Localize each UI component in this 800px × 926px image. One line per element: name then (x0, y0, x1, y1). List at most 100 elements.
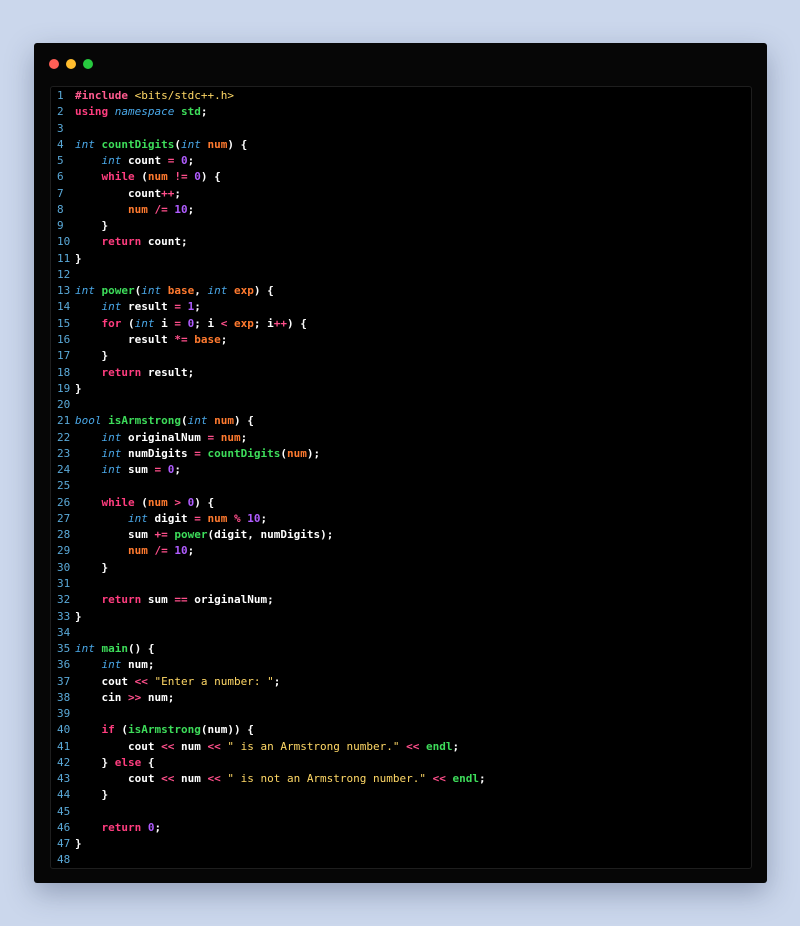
code-line: 12 (51, 267, 486, 283)
code-text: for (int i = 0; i < exp; i++) { (101, 316, 307, 330)
line-number: 3 (57, 121, 64, 135)
code-text: cin >> num; (75, 690, 175, 704)
line-number: 14 (57, 300, 71, 314)
code-line: 3 (51, 121, 486, 137)
code-line: 47} (51, 836, 486, 852)
code-text: count++; (75, 186, 181, 200)
code-line: 29 num /= 10; (51, 543, 486, 559)
line-number: 35 (57, 642, 71, 656)
code-text: sum += power(digit, numDigits); (75, 528, 334, 542)
line-number: 8 (57, 202, 64, 216)
code-text: int originalNum = num; (101, 430, 248, 444)
line-number: 31 (57, 576, 71, 590)
code-line: 8 num /= 10; (51, 202, 486, 218)
line-number: 46 (57, 820, 71, 834)
code-line: 4 int countDigits(int num) { (51, 137, 486, 153)
code-text: if (isArmstrong(num)) { (101, 723, 254, 737)
line-number: 40 (57, 723, 71, 737)
code-text: while (num > 0) { (101, 495, 215, 509)
maximize-dot-icon[interactable] (83, 59, 93, 69)
code-line: 9 } (51, 218, 486, 234)
code-text: bool isArmstrong(int num) { (75, 414, 254, 428)
line-number: 33 (57, 609, 71, 623)
code-line: 20 (51, 397, 486, 413)
line-number: 18 (57, 365, 71, 379)
code-text: int digit = num % 10; (127, 511, 268, 525)
code-line: 2 using namespace std; (51, 104, 486, 120)
code-text: int main() { (75, 642, 155, 656)
line-number: 13 (57, 284, 71, 298)
line-number: 10 (57, 235, 71, 249)
code-text: return 0; (101, 820, 162, 834)
line-number: 34 (57, 625, 71, 639)
line-number: 17 (57, 349, 71, 363)
code-line: 40 if (isArmstrong(num)) { (51, 722, 486, 738)
line-number: 36 (57, 658, 71, 672)
code-line: 41 cout << num << " is an Armstrong numb… (51, 739, 486, 755)
code-line: 39 (51, 706, 486, 722)
line-number: 43 (57, 772, 71, 786)
code-line: 31 (51, 576, 486, 592)
code-text: result *= base; (75, 332, 228, 346)
code-text: } (75, 788, 109, 802)
close-dot-icon[interactable] (49, 59, 59, 69)
line-number: 27 (57, 511, 71, 525)
code-text: } else { (75, 755, 155, 769)
code-line: 35 int main() { (51, 641, 486, 657)
code-line: 15 for (int i = 0; i < exp; i++) { (51, 316, 486, 332)
code-line: 19} (51, 381, 486, 397)
code-line: 26 while (num > 0) { (51, 495, 486, 511)
code-text: } (75, 349, 109, 363)
line-number: 9 (57, 219, 64, 233)
code-line: 48 (51, 852, 486, 868)
line-number: 6 (57, 170, 64, 184)
line-number: 38 (57, 690, 71, 704)
code-text: } (75, 219, 109, 233)
code-text: int power(int base, int exp) { (75, 284, 274, 298)
code-text: } (75, 560, 109, 574)
code-text: #include <bits/stdc++.h> (75, 89, 234, 102)
code-text: int result = 1; (101, 300, 201, 314)
code-line: 33} (51, 609, 486, 625)
code-line: 7 count++; (51, 186, 486, 202)
code-editor[interactable]: 1 #include <bits/stdc++.h> 2 using namespac… (50, 86, 752, 869)
line-number: 1 (57, 89, 64, 102)
line-number: 30 (57, 560, 71, 574)
code-line: 44 } (51, 787, 486, 803)
code-line: 10 return count; (51, 234, 486, 250)
code-text: } (75, 251, 82, 265)
line-number: 15 (57, 316, 71, 330)
line-number: 23 (57, 446, 71, 460)
code-text: return result; (101, 365, 195, 379)
code-line: 37 cout << "Enter a number: "; (51, 674, 486, 690)
line-number: 11 (57, 251, 71, 265)
line-number: 20 (57, 398, 71, 412)
code-line: 25 (51, 478, 486, 494)
line-number: 4 (57, 137, 64, 151)
line-number: 39 (57, 707, 71, 721)
code-line: 38 cin >> num; (51, 690, 486, 706)
code-line: 14 int result = 1; (51, 299, 486, 315)
minimize-dot-icon[interactable] (66, 59, 76, 69)
code-line: 46 return 0; (51, 820, 486, 836)
line-number: 7 (57, 186, 64, 200)
line-number: 47 (57, 837, 71, 851)
code-text: num /= 10; (127, 202, 195, 216)
code-line: 23 int numDigits = countDigits(num); (51, 446, 486, 462)
code-text: while (num != 0) { (101, 170, 221, 184)
line-number: 45 (57, 804, 71, 818)
line-number: 48 (57, 853, 71, 867)
line-number: 21 (57, 414, 71, 428)
code-text: cout << num << " is an Armstrong number.… (75, 739, 460, 753)
line-number: 16 (57, 332, 71, 346)
code-text: cout << "Enter a number: "; (75, 674, 281, 688)
code-text: int sum = 0; (101, 463, 182, 477)
code-text: int numDigits = countDigits(num); (101, 446, 321, 460)
code-line: 13 int power(int base, int exp) { (51, 283, 486, 299)
code-text: } (75, 609, 82, 623)
line-number: 37 (57, 674, 71, 688)
code-line: 36 int num; (51, 657, 486, 673)
line-number: 41 (57, 739, 71, 753)
code-line: 22 int originalNum = num; (51, 430, 486, 446)
code-line: 32 return sum == originalNum; (51, 592, 486, 608)
